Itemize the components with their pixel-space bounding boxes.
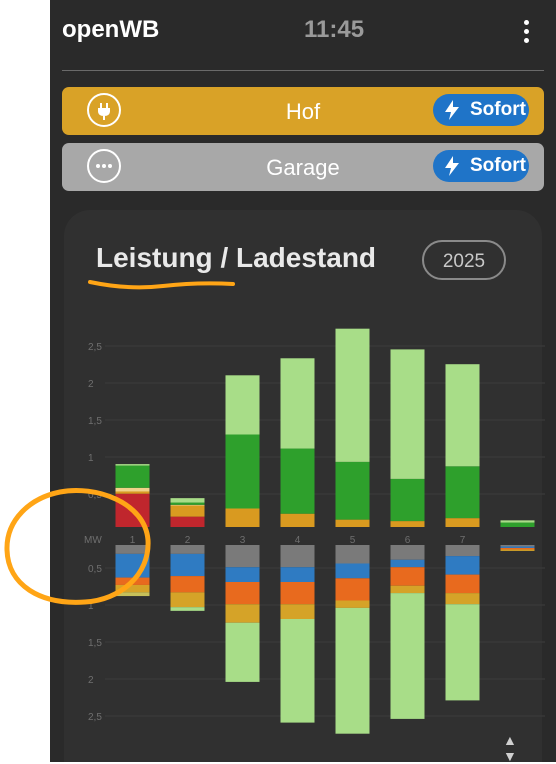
bar-segment-negative bbox=[390, 545, 425, 560]
bar-segment-negative bbox=[445, 593, 480, 605]
bar-segment-negative bbox=[445, 545, 480, 557]
bar-segment-negative bbox=[225, 545, 260, 568]
y-tick-label: 1 bbox=[88, 453, 94, 464]
bar-segment-positive bbox=[445, 364, 480, 467]
y-tick-label: 2,5 bbox=[88, 712, 102, 723]
bar-segment-positive bbox=[170, 502, 205, 505]
bar-segment-positive bbox=[225, 434, 260, 509]
x-tick-label: 7 bbox=[460, 535, 466, 546]
bar-segment-positive bbox=[335, 461, 370, 520]
mode-label: Sofort bbox=[470, 155, 526, 176]
bar-segment-negative bbox=[335, 563, 370, 579]
annotation-underline bbox=[88, 280, 235, 290]
y-tick-label: 1,5 bbox=[88, 638, 102, 649]
bar-segment-negative bbox=[445, 574, 480, 594]
bar-segment-positive bbox=[445, 518, 480, 527]
bar-segment-negative bbox=[170, 592, 205, 608]
bolt-icon bbox=[443, 155, 461, 183]
bar-segment-positive bbox=[170, 505, 205, 517]
x-tick-label: 4 bbox=[295, 535, 301, 546]
bar-segment-negative bbox=[390, 559, 425, 568]
bar-segment-negative bbox=[335, 607, 370, 734]
bar-segment-negative bbox=[390, 567, 425, 586]
bar-segment-negative bbox=[390, 585, 425, 594]
x-tick-label: 3 bbox=[240, 535, 246, 546]
bar-segment-negative bbox=[280, 604, 315, 619]
bar-segment-positive bbox=[170, 516, 205, 527]
bar-segment-positive bbox=[390, 349, 425, 479]
sort-updown-icon[interactable]: ▲ ▼ bbox=[503, 732, 517, 764]
bar-segment-negative bbox=[335, 600, 370, 608]
bar-segment-positive bbox=[225, 375, 260, 435]
chargepoint-garage[interactable]: Garage Sofort bbox=[62, 143, 544, 191]
bar-segment-negative bbox=[445, 556, 480, 575]
bar-segment-negative bbox=[335, 578, 370, 601]
bar-segment-negative bbox=[225, 622, 260, 682]
clock: 11:45 bbox=[304, 16, 365, 43]
bar-segment-negative bbox=[500, 546, 535, 548]
bar-segment-negative bbox=[445, 604, 480, 701]
bar-segment-positive bbox=[225, 508, 260, 527]
bar-segment-negative bbox=[170, 607, 205, 611]
bar-segment-negative bbox=[280, 619, 315, 723]
bar-segment-negative bbox=[500, 547, 535, 550]
bar-segment-positive bbox=[500, 520, 535, 523]
bar-segment-positive bbox=[280, 358, 315, 449]
y-tick-label: 2 bbox=[88, 675, 94, 686]
chargepoint-hof[interactable]: Hof Sofort bbox=[62, 87, 544, 135]
bar-segment-positive bbox=[390, 478, 425, 522]
top-bar: openWB 11:45 bbox=[50, 0, 556, 70]
header-divider bbox=[62, 70, 544, 71]
bar-segment-negative bbox=[170, 576, 205, 593]
bar-segment-negative bbox=[225, 582, 260, 605]
annotation-circle bbox=[4, 487, 151, 605]
bar-segment-negative bbox=[280, 567, 315, 582]
x-tick-label: 2 bbox=[185, 535, 191, 546]
bar-segment-positive bbox=[280, 513, 315, 527]
y-tick-label: 1,5 bbox=[88, 416, 102, 427]
bar-segment-positive bbox=[115, 464, 150, 466]
app-name: openWB bbox=[62, 16, 160, 43]
year-selector[interactable]: 2025 bbox=[422, 240, 506, 280]
bar-segment-negative bbox=[280, 545, 315, 568]
bar-segment-negative bbox=[500, 545, 535, 547]
bar-segment-positive bbox=[335, 328, 370, 462]
bar-segment-positive bbox=[335, 519, 370, 527]
bar-segment-positive bbox=[170, 498, 205, 503]
bar-segment-positive bbox=[445, 466, 480, 519]
y-tick-label: 2 bbox=[88, 379, 94, 390]
mode-button-garage[interactable]: Sofort bbox=[433, 150, 529, 182]
y-tick-label: 2,5 bbox=[88, 342, 102, 353]
bolt-icon bbox=[443, 99, 461, 127]
mode-label: Sofort bbox=[470, 99, 526, 120]
bar-segment-positive bbox=[280, 448, 315, 514]
bar-segment-positive bbox=[170, 504, 205, 506]
x-tick-label: 5 bbox=[350, 535, 356, 546]
bar-segment-negative bbox=[390, 593, 425, 719]
bar-segment-negative bbox=[280, 582, 315, 605]
bar-segment-negative bbox=[170, 545, 205, 554]
mode-button-hof[interactable]: Sofort bbox=[433, 94, 529, 126]
bar-segment-negative bbox=[225, 604, 260, 623]
kebab-menu-icon[interactable] bbox=[518, 18, 534, 44]
bar-segment-positive bbox=[390, 521, 425, 527]
x-tick-label: 6 bbox=[405, 535, 411, 546]
bar-segment-negative bbox=[170, 553, 205, 577]
bar-segment-negative bbox=[335, 545, 370, 564]
bar-segment-negative bbox=[500, 549, 535, 551]
bar-segment-negative bbox=[225, 567, 260, 582]
bar-segment-positive bbox=[500, 522, 535, 527]
